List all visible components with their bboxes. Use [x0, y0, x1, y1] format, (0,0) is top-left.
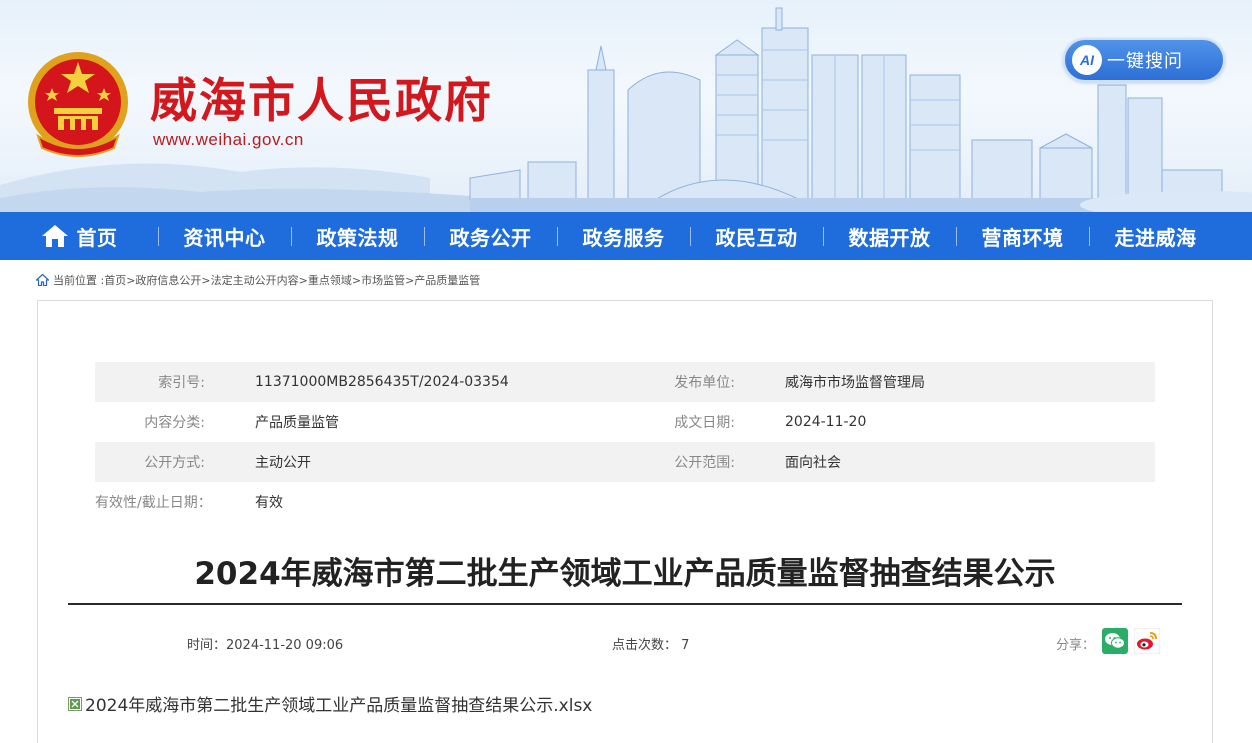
nav-item-news[interactable]: 资讯中心: [158, 212, 291, 260]
attachment-filename[interactable]: 2024年威海市第二批生产领域工业产品质量监督抽查结果公示.xlsx: [85, 691, 592, 716]
share-label: 分享：: [1056, 638, 1096, 653]
breadcrumb: 当前位置 : 首页 > 政府信息公开 > 法定主动公开内容 > 重点领域 > 市…: [36, 272, 480, 288]
breadcrumb-link-key-areas[interactable]: 重点领域: [308, 272, 352, 288]
nav-item-label: 首页: [76, 225, 118, 250]
breadcrumb-separator: >: [405, 273, 415, 287]
site-url[interactable]: www.weihai.gov.cn: [153, 130, 304, 150]
article-info-bar: 时间：2024-11-20 09:06 点击次数： 7 分享：: [38, 625, 1212, 661]
meta-value-publisher: 威海市市场监督管理局: [785, 375, 925, 391]
breadcrumb-separator: >: [298, 273, 308, 287]
breadcrumb-link-product-quality[interactable]: 产品质量监管: [414, 272, 480, 288]
home-icon: [36, 274, 49, 286]
breadcrumb-link-market[interactable]: 市场监管: [361, 272, 405, 288]
wechat-icon[interactable]: [1102, 628, 1128, 654]
nav-item-interaction[interactable]: 政民互动: [690, 212, 823, 260]
nav-item-services[interactable]: 政务服务: [557, 212, 690, 260]
meta-row: 内容分类: 产品质量监管 成文日期: 2024-11-20: [95, 402, 1155, 442]
view-count: 点击次数： 7: [612, 638, 690, 653]
meta-label-publisher: 发布单位:: [674, 375, 735, 391]
ai-search-label: 一键搜问: [1107, 51, 1183, 72]
nav-item-home[interactable]: 首页: [0, 212, 158, 260]
meta-label-disclosure-scope: 公开范围:: [674, 455, 735, 471]
nav-item-about-weihai[interactable]: 走进威海: [1089, 212, 1222, 260]
meta-value-category: 产品质量监管: [255, 415, 339, 431]
meta-label-validity: 有效性/截止日期：: [95, 495, 212, 511]
article-container: 索引号: 11371000MB2856435T/2024-03354 发布单位:…: [37, 300, 1213, 743]
meta-value-disclosure-scope: 面向社会: [785, 455, 841, 471]
breadcrumb-link-statutory[interactable]: 法定主动公开内容: [211, 272, 299, 288]
breadcrumb-link-info-disclosure[interactable]: 政府信息公开: [135, 272, 201, 288]
nav-item-open-data[interactable]: 数据开放: [823, 212, 956, 260]
national-emblem-icon: [28, 52, 128, 157]
meta-row: 索引号: 11371000MB2856435T/2024-03354 发布单位:…: [95, 362, 1155, 402]
site-title[interactable]: 威海市人民政府: [150, 62, 493, 131]
ai-search-button[interactable]: AI 一键搜问: [1063, 38, 1225, 82]
meta-label-category: 内容分类:: [144, 415, 205, 431]
title-divider: [68, 603, 1182, 605]
header-banner: 威海市人民政府 www.weihai.gov.cn AI 一键搜问: [0, 0, 1252, 212]
meta-info-table: 索引号: 11371000MB2856435T/2024-03354 发布单位:…: [95, 362, 1155, 522]
meta-label-written-date: 成文日期:: [674, 415, 735, 431]
breadcrumb-separator: >: [126, 273, 136, 287]
ai-search-icon: AI: [1072, 45, 1102, 75]
article-title: 2024年威海市第二批生产领域工业产品质量监督抽查结果公示: [194, 556, 1056, 592]
meta-value-written-date: 2024-11-20: [785, 414, 867, 430]
meta-value-disclosure-method: 主动公开: [255, 455, 311, 471]
breadcrumb-separator: >: [351, 273, 362, 287]
attachment-link[interactable]: 2024年威海市第二批生产领域工业产品质量监督抽查结果公示.xlsx: [68, 691, 592, 716]
nav-item-gov-affairs[interactable]: 政务公开: [424, 212, 557, 260]
excel-file-icon: [68, 696, 82, 711]
meta-label-index: 索引号:: [158, 375, 205, 391]
home-icon: [41, 225, 68, 247]
nav-item-policy[interactable]: 政策法规: [291, 212, 424, 260]
nav-item-business[interactable]: 营商环境: [956, 212, 1089, 260]
meta-value-index: 11371000MB2856435T/2024-03354: [255, 374, 509, 390]
meta-row: 公开方式: 主动公开 公开范围: 面向社会: [95, 442, 1155, 482]
breadcrumb-separator: >: [201, 273, 211, 287]
weibo-icon[interactable]: [1134, 628, 1160, 654]
breadcrumb-prefix: 当前位置 :: [53, 274, 105, 287]
meta-value-validity: 有效: [255, 495, 283, 511]
publish-time: 时间：2024-11-20 09:06: [187, 638, 344, 653]
meta-row: 有效性/截止日期： 有效: [95, 482, 1155, 522]
meta-label-disclosure-method: 公开方式:: [144, 455, 205, 471]
main-nav: 首页 资讯中心 政策法规 政务公开 政务服务 政民互动 数据开放 营商环境 走进…: [0, 212, 1252, 260]
breadcrumb-link-home[interactable]: 首页: [104, 272, 126, 288]
